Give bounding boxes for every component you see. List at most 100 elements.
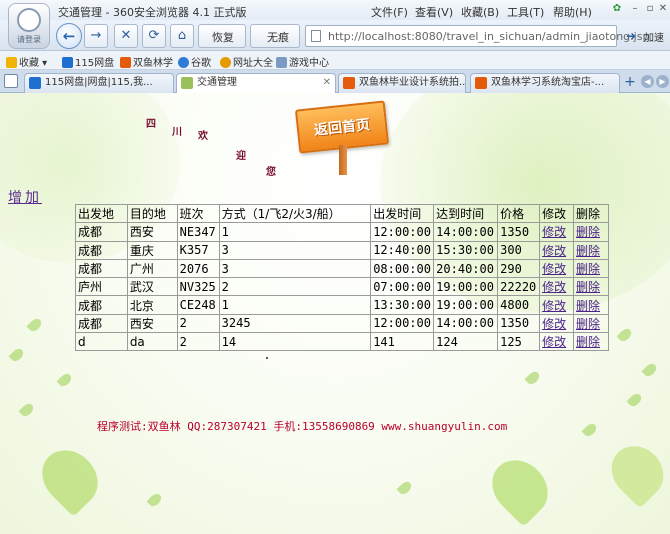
- table-cell: 14: [218, 332, 372, 352]
- return-home-sign[interactable]: 返回首页: [294, 100, 390, 175]
- table-cell: 重庆: [126, 240, 178, 260]
- welcome-char: 川: [172, 127, 182, 138]
- stop-button[interactable]: ✕: [114, 24, 138, 48]
- leaf-decoration: [616, 326, 634, 344]
- menu-file[interactable]: 文件(F): [371, 4, 408, 20]
- delete-cell: 删除: [573, 258, 609, 279]
- app-leaf-icon[interactable]: ✿: [610, 3, 624, 17]
- tab-scroll-left-icon[interactable]: ◀: [641, 75, 654, 88]
- table-header-row: 出发地 目的地 班次 方式（1/飞2/火3/船） 出发时间 达到时间 价格 修改 删除: [75, 203, 609, 224]
- back-arrow-icon[interactable]: ←: [56, 23, 82, 49]
- table-cell: 290: [497, 258, 541, 279]
- edit-cell: 修改: [539, 222, 575, 242]
- menu-view[interactable]: 查看(V): [415, 4, 453, 20]
- table-cell: 20:40:00: [433, 258, 499, 279]
- table-cell: 成都: [75, 240, 128, 260]
- delete-link[interactable]: 删除: [576, 244, 600, 258]
- tab-115[interactable]: 115网盘|网盘|115,我...: [24, 73, 174, 93]
- sidebar-toggle-icon[interactable]: [4, 74, 18, 88]
- go-arrow-icon[interactable]: ➜: [622, 26, 640, 46]
- fish-icon: [343, 77, 355, 89]
- table-cell: 14:00:00: [433, 313, 499, 334]
- home-sign-label: 返回首页: [313, 117, 371, 139]
- home-icon: ⌂: [177, 28, 187, 43]
- table-cell: 07:00:00: [370, 277, 435, 297]
- fav-google[interactable]: 谷歌: [178, 54, 211, 69]
- add-link[interactable]: 增加: [8, 187, 42, 207]
- table-cell: 1: [218, 295, 372, 315]
- user-login-avatar[interactable]: 请登录: [8, 3, 50, 49]
- table-cell: NE347: [176, 222, 220, 242]
- table-cell: 成都: [75, 313, 128, 334]
- tab-taobao-shop[interactable]: 双鱼林学习系统淘宝店-...: [470, 73, 620, 93]
- delete-cell: 删除: [573, 222, 609, 242]
- page-icon: [311, 30, 321, 42]
- table-cell: 19:00:00: [433, 277, 499, 297]
- refresh-button[interactable]: ⟳: [142, 24, 166, 48]
- tab-scroll-right-icon[interactable]: ▶: [656, 75, 669, 88]
- stop-icon: ✕: [120, 28, 132, 43]
- edit-link[interactable]: 修改: [542, 299, 566, 313]
- fav-shuangyulin[interactable]: 双鱼林学: [120, 54, 173, 69]
- address-url[interactable]: http://localhost:8080/travel_in_sichuan/…: [328, 30, 649, 43]
- table-cell: 北京: [126, 295, 178, 315]
- column-header: 出发地: [75, 203, 128, 224]
- table-cell: 成都: [75, 222, 128, 242]
- table-cell: 12:00:00: [370, 313, 435, 334]
- delete-cell: 删除: [573, 313, 609, 334]
- forward-button[interactable]: →: [84, 24, 108, 48]
- table-cell: d: [75, 332, 128, 352]
- minimize-icon[interactable]: –: [628, 3, 642, 17]
- separator-dot: [266, 357, 268, 359]
- maximize-icon[interactable]: ▫: [643, 3, 657, 17]
- web-page: 四 川 欢 迎 您 返回首页 增加 出发地 目的地 班次 方式（1/飞2/火3/船）出…: [0, 93, 670, 534]
- address-bar[interactable]: http://localhost:8080/travel_in_sichuan/…: [305, 25, 649, 47]
- table-cell: 14:00:00: [433, 222, 499, 242]
- menu-favorites[interactable]: 收藏(B): [461, 4, 499, 20]
- edit-link[interactable]: 修改: [542, 280, 566, 294]
- edit-cell: 修改: [539, 240, 575, 260]
- menu-tools[interactable]: 工具(T): [507, 4, 544, 20]
- leaf-decoration: [396, 479, 414, 497]
- delete-cell: 删除: [573, 332, 609, 352]
- menu-help[interactable]: 帮助(H): [553, 4, 592, 20]
- fav-url-directory[interactable]: 网址大全: [220, 54, 273, 69]
- edit-link[interactable]: 修改: [542, 335, 566, 349]
- page-icon: [181, 77, 193, 89]
- heart-decoration: [31, 439, 109, 517]
- table-cell: 125: [497, 332, 541, 352]
- column-header: 班次: [176, 203, 220, 224]
- edit-cell: 修改: [539, 332, 575, 352]
- table-cell: 1350: [497, 222, 541, 242]
- delete-link[interactable]: 删除: [576, 317, 600, 331]
- table-cell: 庐州: [75, 277, 128, 297]
- edit-link[interactable]: 修改: [542, 225, 566, 239]
- edit-cell: 修改: [539, 313, 575, 334]
- column-header: 方式（1/飞2/火3/船）: [218, 203, 372, 224]
- close-tab-icon[interactable]: ✕: [323, 74, 331, 92]
- welcome-char: 您: [266, 167, 276, 178]
- tab-graduation-system[interactable]: 双鱼林毕业设计系统拍...: [338, 73, 466, 93]
- delete-link[interactable]: 删除: [576, 225, 600, 239]
- delete-link[interactable]: 删除: [576, 262, 600, 276]
- table-cell: NV325: [176, 277, 220, 297]
- home-button[interactable]: ⌂: [170, 24, 194, 48]
- delete-link[interactable]: 删除: [576, 280, 600, 294]
- edit-link[interactable]: 修改: [542, 244, 566, 258]
- favorites-menu[interactable]: 收藏 ▾: [6, 54, 47, 69]
- sign-pole: [339, 145, 347, 175]
- delete-link[interactable]: 删除: [576, 299, 600, 313]
- delete-link[interactable]: 删除: [576, 335, 600, 349]
- close-icon[interactable]: ✕: [656, 3, 670, 17]
- new-tab-plus-icon[interactable]: +: [622, 73, 638, 91]
- edit-link[interactable]: 修改: [542, 317, 566, 331]
- window-title: 交通管理 - 360安全浏览器 4.1 正式版: [58, 6, 247, 19]
- tab-traffic-admin[interactable]: 交通管理 ✕: [176, 73, 336, 94]
- column-header: 价格: [497, 203, 541, 224]
- accelerate-button[interactable]: 加速: [644, 29, 664, 44]
- fav-game-center[interactable]: 游戏中心: [276, 54, 329, 69]
- table-cell: 成都: [75, 295, 128, 315]
- leaf-decoration: [626, 391, 644, 409]
- edit-link[interactable]: 修改: [542, 262, 566, 276]
- fav-115[interactable]: 115网盘: [62, 54, 114, 69]
